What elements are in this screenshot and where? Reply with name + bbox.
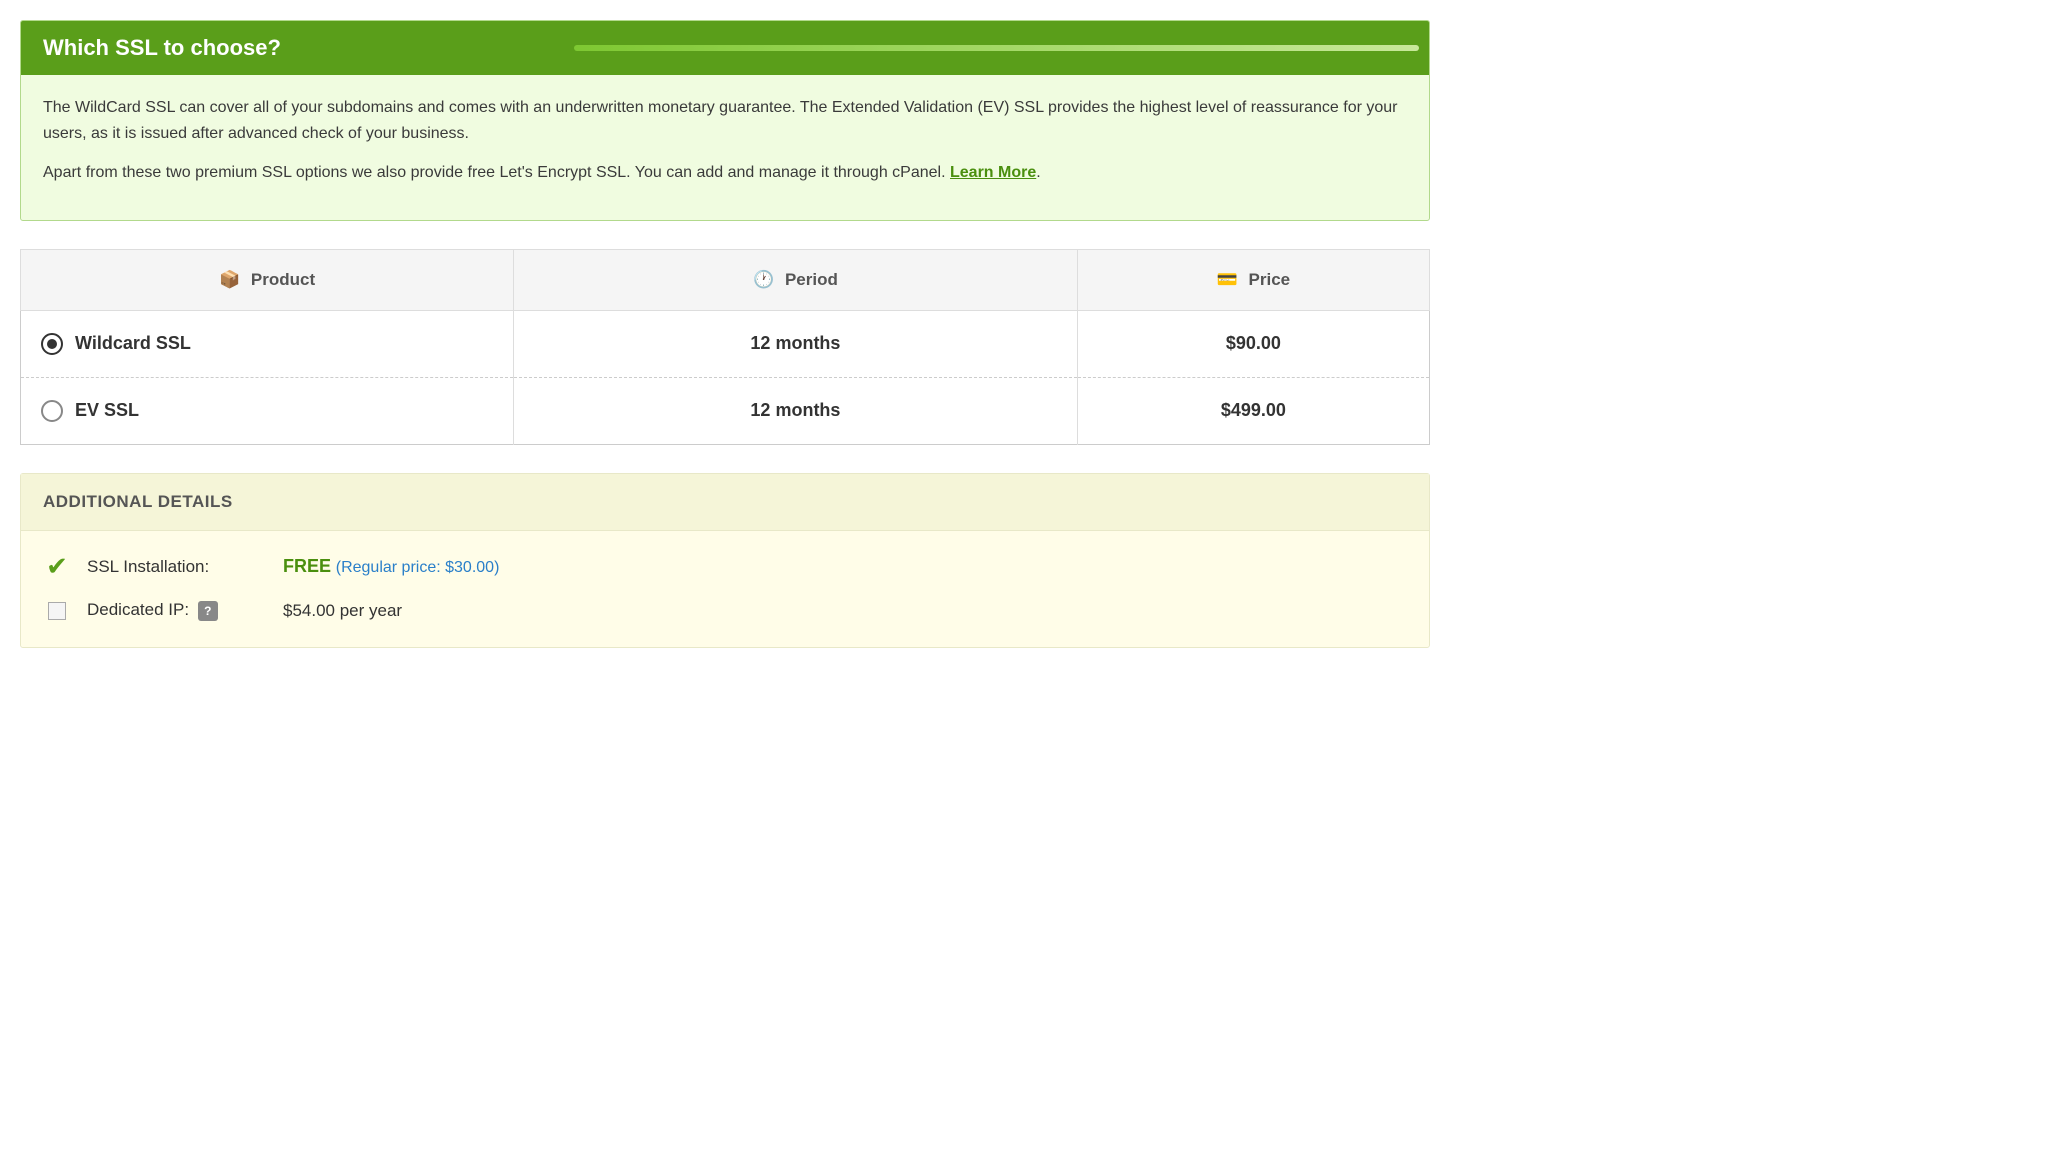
product-cell[interactable]: Wildcard SSL	[21, 310, 514, 377]
additional-details-body: ✔ SSL Installation: FREE (Regular price:…	[21, 531, 1429, 647]
ssl-installation-row: ✔ SSL Installation: FREE (Regular price:…	[43, 553, 1407, 581]
price-cell: $90.00	[1077, 310, 1429, 377]
period-icon: 🕐	[753, 270, 774, 290]
product-cell[interactable]: EV SSL	[21, 377, 514, 444]
table-row[interactable]: EV SSL 12 months$499.00	[21, 377, 1430, 444]
radio-selected[interactable]	[41, 333, 63, 355]
column-header-period: 🕐 Period	[514, 249, 1078, 310]
table-header-row: 📦 Product 🕐 Period 💳 Price	[21, 249, 1430, 310]
price-cell: $499.00	[1077, 377, 1429, 444]
column-header-price: 💳 Price	[1077, 249, 1429, 310]
info-box-body: The WildCard SSL can cover all of your s…	[21, 75, 1429, 220]
info-box-title: Which SSL to choose?	[43, 35, 281, 61]
additional-details-section: ADDITIONAL DETAILS ✔ SSL Installation: F…	[20, 473, 1430, 648]
help-icon-dedicated-ip[interactable]: ?	[198, 601, 218, 621]
column-header-product: 📦 Product	[21, 249, 514, 310]
ssl-installation-label: SSL Installation:	[87, 557, 267, 577]
info-paragraph-1: The WildCard SSL can cover all of your s…	[43, 95, 1407, 146]
ssl-installation-value: FREE (Regular price: $30.00)	[283, 556, 499, 577]
product-icon: 📦	[219, 270, 240, 290]
product-name: EV SSL	[75, 400, 139, 421]
table-row[interactable]: Wildcard SSL 12 months$90.00	[21, 310, 1430, 377]
ssl-info-box: Which SSL to choose? The WildCard SSL ca…	[20, 20, 1430, 221]
period-cell: 12 months	[514, 377, 1078, 444]
learn-more-link[interactable]: Learn More	[950, 164, 1036, 181]
info-box-header: Which SSL to choose?	[21, 21, 1429, 75]
additional-details-title: ADDITIONAL DETAILS	[43, 492, 233, 511]
period-cell: 12 months	[514, 310, 1078, 377]
radio-unselected[interactable]	[41, 400, 63, 422]
additional-details-header: ADDITIONAL DETAILS	[21, 474, 1429, 531]
dedicated-ip-row: Dedicated IP: ? $54.00 per year	[43, 597, 1407, 625]
price-icon: 💳	[1217, 270, 1238, 290]
check-icon-ssl: ✔	[43, 553, 71, 581]
product-name: Wildcard SSL	[75, 333, 191, 354]
checkbox-dedicated-ip[interactable]	[43, 597, 71, 625]
product-table: 📦 Product 🕐 Period 💳 Price Wildcard SSL 1…	[20, 249, 1430, 445]
info-paragraph-2: Apart from these two premium SSL options…	[43, 160, 1407, 186]
dedicated-ip-label: Dedicated IP: ?	[87, 600, 267, 621]
dedicated-ip-value: $54.00 per year	[283, 601, 402, 621]
